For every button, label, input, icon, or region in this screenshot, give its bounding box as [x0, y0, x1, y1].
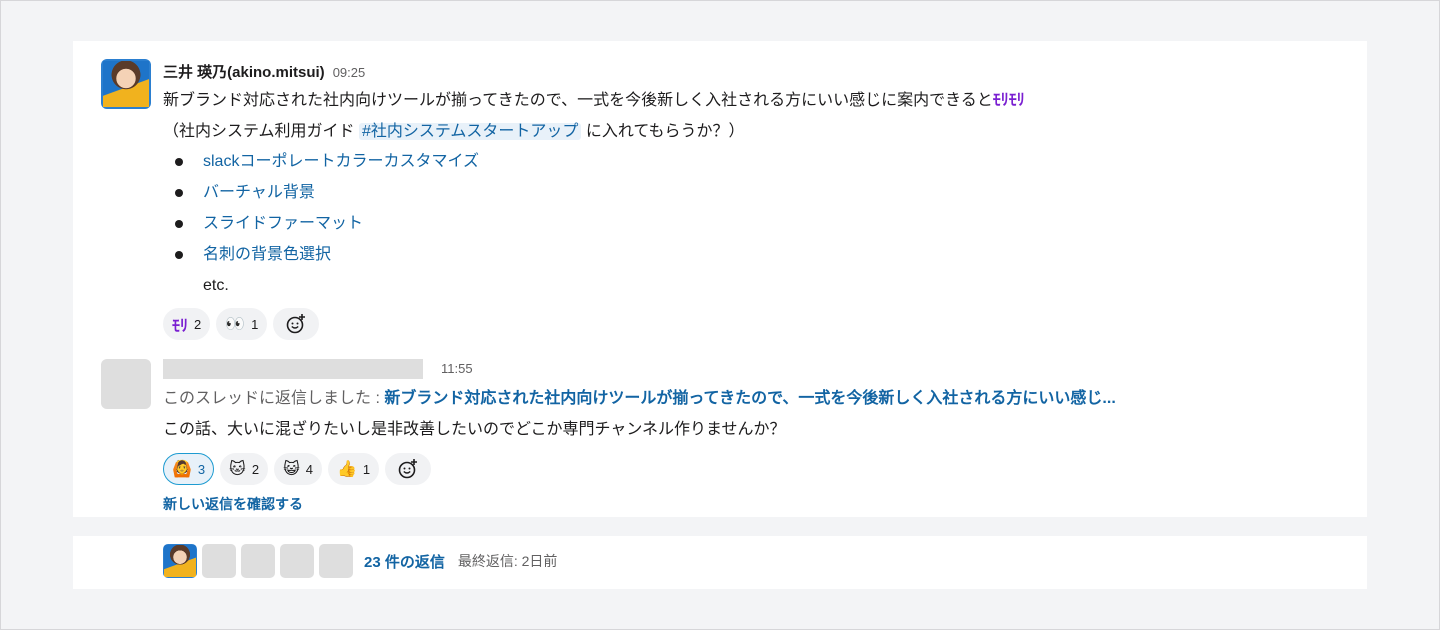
- add-reaction-button[interactable]: [385, 453, 432, 485]
- message-text: この話、大いに混ざりたいし是非改善したいのでどこか専門チャンネル作りませんか？: [163, 421, 786, 438]
- bullet-icon: [175, 158, 183, 166]
- user-avatar[interactable]: [101, 59, 151, 109]
- participant-avatar-placeholder: [202, 544, 236, 578]
- participant-avatar: [163, 544, 197, 578]
- new-replies-link[interactable]: 新しい返信を確認する: [163, 494, 303, 514]
- reply-prefix-text: このスレッドに返信しました :: [163, 390, 385, 407]
- thumbs-up-emoji-icon: 👍: [337, 461, 357, 478]
- bullet-icon: [175, 251, 183, 259]
- message-header: 三井 瑛乃(akino.mitsui) 09:25: [163, 61, 365, 82]
- etc-text: etc.: [203, 277, 229, 294]
- cat-emoji-icon: 🐱: [229, 461, 246, 478]
- message-text: 新ブランド対応された社内向けツールが揃ってきたので、一式を今後新しく入社される方…: [163, 90, 1025, 112]
- parent-message-link[interactable]: 新ブランド対応された社内向けツールが揃ってきたので、一式を今後新しく入社される方…: [384, 390, 1115, 407]
- reply-count-link[interactable]: 23 件の返信: [364, 551, 445, 572]
- reaction-count: 1: [362, 461, 371, 477]
- reaction-count: 2: [194, 316, 202, 332]
- message-text-line2: （社内システム利用ガイド #社内システムスタートアップ に入れてもらうか？）: [163, 121, 745, 143]
- participant-avatar-placeholder: [319, 544, 353, 578]
- add-reaction-button[interactable]: [273, 308, 320, 340]
- author-name-placeholder[interactable]: [163, 359, 423, 379]
- list-item-link[interactable]: 名刺の背景色選択: [203, 244, 331, 266]
- reaction-count: 4: [305, 461, 313, 477]
- custom-purple-emoji-icon: ﾓﾘ: [172, 318, 189, 335]
- reaction-eyes[interactable]: 👀 1: [216, 308, 268, 340]
- message-list: 三井 瑛乃(akino.mitsui) 09:25 新ブランド対応された社内向け…: [73, 41, 1367, 517]
- user-avatar-placeholder[interactable]: [101, 359, 151, 409]
- reaction-person[interactable]: 🙆 3: [163, 453, 215, 485]
- cat-face-emoji-icon: 😺: [283, 461, 300, 478]
- bullet-icon: [175, 220, 183, 228]
- reaction-cat-face[interactable]: 😺 4: [274, 453, 322, 485]
- list-item-link[interactable]: スライドファーマット: [203, 213, 363, 235]
- person-emoji-icon: 🙆: [172, 461, 192, 478]
- list-item-link[interactable]: バーチャル背景: [203, 182, 315, 204]
- bullet-icon: [175, 189, 183, 197]
- paren-end-text: に入れてもらうか？）: [581, 123, 745, 140]
- reaction-thumbs-up[interactable]: 👍 1: [328, 453, 380, 485]
- reaction-custom[interactable]: ﾓﾘ 2: [163, 308, 211, 340]
- reaction-bar: ﾓﾘ 2 👀 1: [163, 308, 320, 340]
- avatar-photo: [101, 59, 151, 109]
- paren-start-text: （社内システム利用ガイド: [163, 123, 359, 140]
- channel-link[interactable]: #社内システムスタートアップ: [358, 123, 582, 140]
- participant-avatar-placeholder: [241, 544, 275, 578]
- reaction-count: 2: [251, 461, 260, 477]
- author-name[interactable]: 三井 瑛乃(akino.mitsui): [163, 61, 325, 82]
- reaction-count: 3: [197, 461, 206, 477]
- reaction-cat[interactable]: 🐱 2: [220, 453, 269, 485]
- add-reaction-icon: [398, 459, 418, 479]
- eyes-emoji-icon: 👀: [225, 316, 246, 333]
- thread-summary-bar[interactable]: 23 件の返信 最終返信: 2日前: [163, 544, 557, 578]
- reaction-bar: 🙆 3 🐱 2 😺 4 👍 1: [163, 453, 432, 485]
- custom-emoji-icon: ﾓﾘﾓﾘ: [992, 92, 1025, 109]
- list-item-link[interactable]: slackコーポレートカラーカスタマイズ: [203, 151, 479, 173]
- last-reply-time: 最終返信: 2日前: [457, 553, 558, 569]
- message-timestamp[interactable]: 11:55: [441, 361, 473, 376]
- message-text-main: 新ブランド対応された社内向けツールが揃ってきたので、一式を今後新しく入社される方…: [163, 92, 993, 109]
- reaction-count: 1: [251, 316, 259, 332]
- add-reaction-icon: [287, 314, 306, 334]
- participant-avatar-placeholder: [280, 544, 314, 578]
- thread-reply-context: このスレッドに返信しました : 新ブランド対応された社内向けツールが揃ってきたの…: [163, 388, 1116, 410]
- thread-summary: 23 件の返信 最終返信: 2日前: [73, 536, 1367, 589]
- message-timestamp[interactable]: 09:25: [333, 65, 366, 80]
- avatar-photo: [163, 544, 197, 578]
